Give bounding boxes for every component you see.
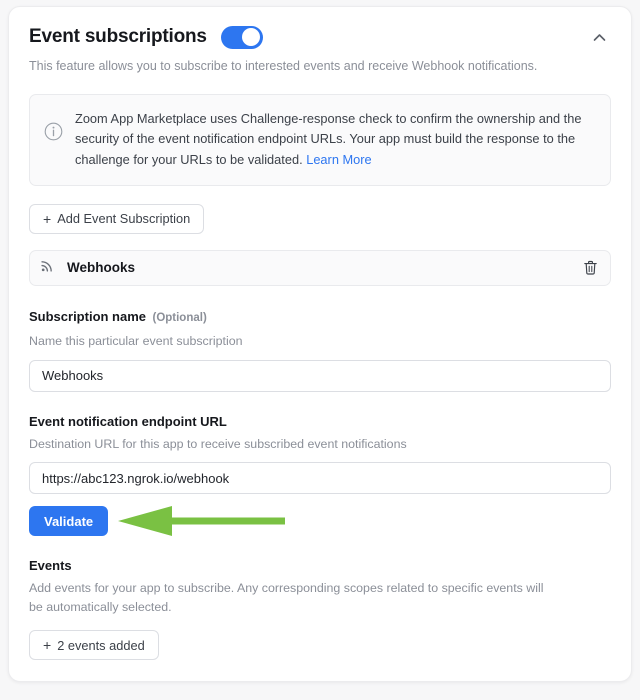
trash-icon[interactable] <box>583 260 598 276</box>
optional-tag: (Optional) <box>152 311 207 324</box>
add-subscription-wrapper: + Add Event Subscription <box>9 186 631 234</box>
subscription-name-help: Name this particular event subscription <box>29 333 243 348</box>
card-header: Event subscriptions <box>9 7 631 49</box>
chevron-up-icon[interactable] <box>587 25 611 49</box>
toggle-knob <box>242 28 261 46</box>
validate-row: Validate <box>9 506 631 538</box>
subscription-name-heading: Subscription name <box>29 308 147 324</box>
events-heading: Events <box>29 558 72 574</box>
page-title: Event subscriptions <box>29 26 207 47</box>
info-circle-icon <box>44 122 63 171</box>
endpoint-url-input[interactable] <box>29 462 611 495</box>
challenge-response-info-box: Zoom App Marketplace uses Challenge-resp… <box>29 93 611 186</box>
learn-more-link[interactable]: Learn More <box>306 152 371 167</box>
plus-icon: + <box>43 210 52 227</box>
subscription-name-label: Webhooks <box>67 260 136 276</box>
events-help: Add events for your app to subscribe. An… <box>29 581 544 614</box>
events-button-wrapper: + 2 events added <box>29 630 611 661</box>
subscription-name-field-group: Subscription name (Optional) Name this p… <box>9 308 631 392</box>
green-left-arrow-annotation <box>112 499 287 548</box>
subscription-list-item[interactable]: Webhooks <box>29 249 611 286</box>
event-subscriptions-toggle[interactable] <box>220 25 263 49</box>
validate-button[interactable]: Validate <box>29 506 109 537</box>
event-subscriptions-card: Event subscriptions This feature allows … <box>8 6 632 682</box>
events-section: Events Add events for your app to subscr… <box>9 558 631 661</box>
rss-feed-icon <box>40 258 55 278</box>
endpoint-url-help: Destination URL for this app to receive … <box>29 436 407 451</box>
subscription-name-input[interactable] <box>29 359 611 392</box>
add-event-subscription-button[interactable]: + Add Event Subscription <box>29 203 205 234</box>
plus-icon: + <box>43 637 52 654</box>
subscription-name-label-row: Subscription name (Optional) <box>29 308 611 326</box>
events-added-button[interactable]: + 2 events added <box>29 630 159 661</box>
info-box-text: Zoom App Marketplace uses Challenge-resp… <box>75 109 594 171</box>
events-added-label: 2 events added <box>57 637 145 653</box>
add-event-subscription-label: Add Event Subscription <box>57 211 191 227</box>
section-subtitle: This feature allows you to subscribe to … <box>29 59 538 73</box>
endpoint-url-field-group: Event notification endpoint URL Destinat… <box>9 414 631 495</box>
endpoint-url-heading: Event notification endpoint URL <box>29 413 227 429</box>
